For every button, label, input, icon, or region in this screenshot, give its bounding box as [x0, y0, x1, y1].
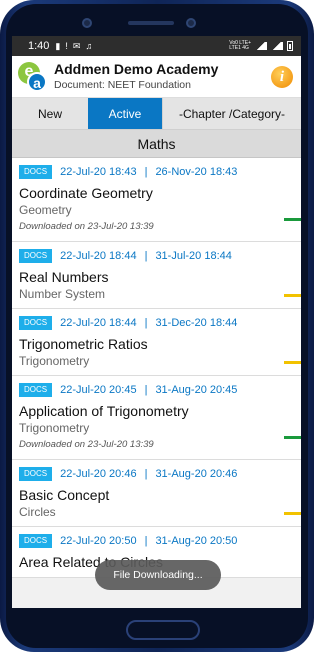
- item-title: Basic Concept: [19, 487, 110, 503]
- start-date: 22-Jul-20 18:44: [60, 250, 137, 262]
- item-dates: DOCS 22-Jul-20 18:43 | 26-Nov-20 18:43: [19, 164, 301, 180]
- tab-bar: New Active -Chapter /Category-: [12, 98, 301, 130]
- start-date: 22-Jul-20 20:50: [60, 535, 137, 547]
- start-date: 22-Jul-20 20:46: [60, 468, 137, 480]
- end-date: 31-Aug-20 20:45: [155, 384, 238, 396]
- subject-header: Maths: [12, 130, 301, 158]
- item-status-indicator: [284, 294, 301, 297]
- date-separator: |: [144, 535, 148, 547]
- earpiece: [128, 21, 174, 25]
- item-category: Circles: [19, 505, 56, 519]
- item-downloaded: Downloaded on 23-Jul-20 13:39: [19, 439, 154, 450]
- date-separator: |: [144, 384, 148, 396]
- signal-icon: [255, 42, 267, 50]
- date-separator: |: [144, 468, 148, 480]
- home-button[interactable]: [126, 620, 200, 640]
- front-camera-icon: [82, 18, 92, 28]
- item-category: Geometry: [19, 203, 72, 217]
- item-dates: DOCS 22-Jul-20 20:45 | 31-Aug-20 20:45: [19, 382, 301, 398]
- docs-badge: DOCS: [19, 165, 53, 179]
- start-date: 22-Jul-20 20:45: [60, 384, 137, 396]
- network-line-2: LTE1 4G: [229, 45, 249, 51]
- list-item[interactable]: DOCS 22-Jul-20 18:44 | 31-Dec-20 18:44 Trigo…: [12, 309, 301, 376]
- list-item[interactable]: DOCS 22-Jul-20 18:43 | 26-Nov-20 18:43 Coord…: [12, 158, 301, 242]
- item-status-indicator: [284, 512, 301, 515]
- item-title: Real Numbers: [19, 269, 109, 285]
- docs-badge: DOCS: [19, 534, 53, 548]
- date-separator: |: [144, 250, 148, 262]
- docs-badge: DOCS: [19, 383, 53, 397]
- status-time: 1:40: [28, 40, 50, 52]
- item-category: Trigonometry: [19, 421, 90, 435]
- item-title: Trigonometric Ratios: [19, 336, 148, 352]
- toast-message: File Downloading...: [95, 560, 221, 590]
- bell-icon: ♫: [85, 41, 93, 51]
- item-title: Application of Trigonometry: [19, 403, 189, 419]
- item-dates: DOCS 22-Jul-20 20:46 | 31-Aug-20 20:46: [19, 466, 301, 482]
- app-logo: e a: [18, 61, 48, 92]
- item-category: Number System: [19, 287, 106, 301]
- battery-icon: [287, 41, 293, 51]
- item-dates: DOCS 22-Jul-20 18:44 | 31-Dec-20 18:44: [19, 315, 301, 331]
- end-date: 31-Dec-20 18:44: [155, 317, 238, 329]
- phone-frame: 1:40 ▮ ! ✉ ♫ Vo0 LTE+ LTE1 4G e a Addmen…: [0, 0, 314, 652]
- end-date: 26-Nov-20 18:43: [155, 166, 238, 178]
- item-dates: DOCS 22-Jul-20 20:50 | 31-Aug-20 20:50: [19, 533, 301, 549]
- app-title: Addmen Demo Academy: [54, 61, 219, 77]
- end-date: 31-Aug-20 20:46: [155, 468, 238, 480]
- item-downloaded: Downloaded on 23-Jul-20 13:39: [19, 221, 154, 232]
- item-status-indicator: [284, 436, 301, 439]
- end-date: 31-Jul-20 18:44: [155, 250, 232, 262]
- document-list: DOCS 22-Jul-20 18:43 | 26-Nov-20 18:43 Coord…: [12, 158, 301, 578]
- notification-icon: ▮: [55, 40, 61, 51]
- sensor-icon: [186, 18, 196, 28]
- item-title: Coordinate Geometry: [19, 185, 153, 201]
- tab-active[interactable]: Active: [88, 98, 162, 129]
- item-status-indicator: [284, 361, 301, 364]
- list-item[interactable]: DOCS 22-Jul-20 18:44 | 31-Jul-20 18:44 Real …: [12, 242, 301, 309]
- list-item[interactable]: DOCS 22-Jul-20 20:46 | 31-Aug-20 20:46 Basic…: [12, 460, 301, 527]
- start-date: 22-Jul-20 18:43: [60, 166, 137, 178]
- category-select[interactable]: -Chapter /Category-: [162, 98, 301, 129]
- app-subtitle: Document: NEET Foundation: [54, 79, 191, 91]
- tab-new[interactable]: New: [12, 98, 88, 129]
- signal-2-icon: [271, 42, 283, 50]
- item-category: Trigonometry: [19, 354, 90, 368]
- item-status-indicator: [284, 218, 301, 221]
- app-header: e a Addmen Demo Academy Document: NEET F…: [12, 56, 301, 98]
- status-bar: 1:40 ▮ ! ✉ ♫ Vo0 LTE+ LTE1 4G: [12, 36, 301, 56]
- screen: 1:40 ▮ ! ✉ ♫ Vo0 LTE+ LTE1 4G e a Addmen…: [12, 36, 301, 608]
- start-date: 22-Jul-20 18:44: [60, 317, 137, 329]
- docs-badge: DOCS: [19, 249, 53, 263]
- date-separator: |: [144, 166, 148, 178]
- date-separator: |: [144, 317, 148, 329]
- mail-icon: ✉: [72, 40, 81, 51]
- end-date: 31-Aug-20 20:50: [155, 535, 238, 547]
- item-dates: DOCS 22-Jul-20 18:44 | 31-Jul-20 18:44: [19, 248, 301, 264]
- alert-icon: !: [65, 41, 68, 51]
- list-item[interactable]: DOCS 22-Jul-20 20:45 | 31-Aug-20 20:45 Appli…: [12, 376, 301, 460]
- info-icon[interactable]: i: [271, 65, 293, 88]
- docs-badge: DOCS: [19, 467, 53, 481]
- docs-badge: DOCS: [19, 316, 53, 330]
